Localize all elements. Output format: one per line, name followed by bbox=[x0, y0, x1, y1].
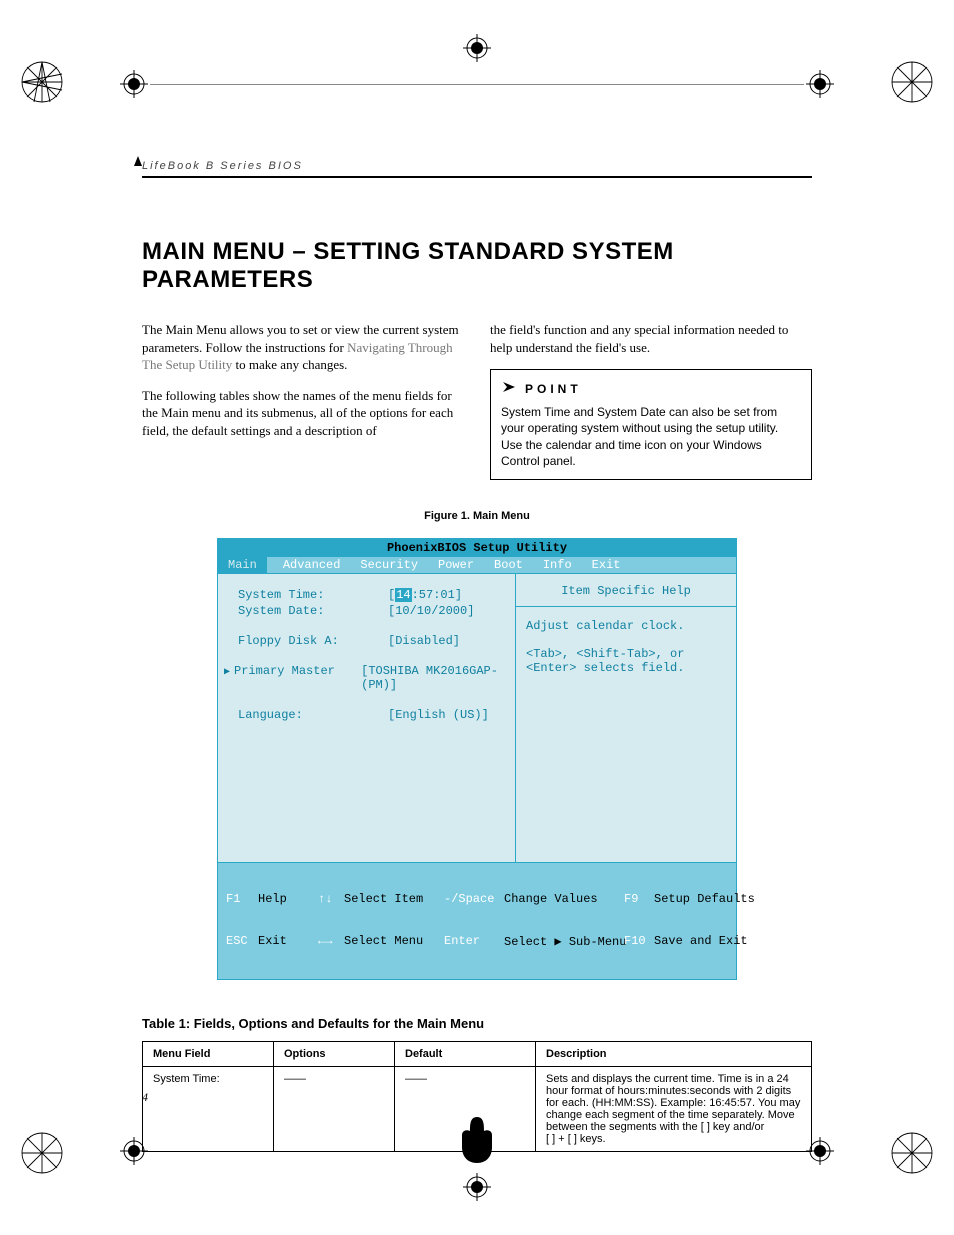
bios-field-value[interactable]: [14:57:01] bbox=[388, 588, 462, 602]
bios-title: PhoenixBIOS Setup Utility bbox=[218, 539, 736, 557]
bios-fields-pane: System Time: [14:57:01] System Date: [10… bbox=[218, 574, 515, 862]
bios-field-label: Language: bbox=[238, 708, 388, 722]
bios-tab-advanced[interactable]: Advanced bbox=[273, 557, 351, 573]
spec-table: Menu Field Options Default Description S… bbox=[142, 1041, 812, 1152]
running-head: LifeBook B Series BIOS bbox=[142, 160, 812, 172]
table-cell: —— bbox=[274, 1067, 395, 1152]
table-header: Default bbox=[395, 1042, 536, 1067]
point-label: POINT bbox=[525, 381, 582, 397]
paragraph: The following tables show the names of t… bbox=[142, 387, 464, 440]
bios-field-value[interactable]: [Disabled] bbox=[388, 634, 460, 648]
registration-mark bbox=[20, 1131, 64, 1175]
crosshair-mark bbox=[463, 34, 491, 62]
bios-tabs: Main Advanced Security Power Boot Info E… bbox=[218, 557, 736, 573]
point-text: System Time and System Date can also be … bbox=[501, 404, 801, 469]
bios-field-value[interactable]: [English (US)] bbox=[388, 708, 489, 722]
table-cell: System Time: bbox=[143, 1067, 274, 1152]
crosshair-mark bbox=[463, 1173, 491, 1201]
bios-help-pane: Item Specific Help Adjust calendar clock… bbox=[515, 574, 736, 862]
bios-tab-exit[interactable]: Exit bbox=[582, 557, 631, 573]
bios-footer: F1 Help ↑↓ Select Item -/Space Change Va… bbox=[218, 863, 736, 979]
bios-field-label: System Time: bbox=[238, 588, 388, 602]
bios-tab-security[interactable]: Security bbox=[350, 557, 428, 573]
bios-field-label[interactable]: Primary Master bbox=[238, 664, 361, 692]
registration-mark bbox=[20, 60, 64, 104]
bios-help-title: Item Specific Help bbox=[526, 584, 726, 598]
header-rule bbox=[142, 176, 812, 178]
bios-help-text: Adjust calendar clock. bbox=[526, 619, 726, 633]
bios-help-text: <Tab>, <Shift-Tab>, or <Enter> selects f… bbox=[526, 647, 726, 675]
trim-guide bbox=[150, 84, 804, 85]
point-arrow-icon bbox=[501, 378, 519, 400]
table-cell: —— bbox=[395, 1067, 536, 1152]
bios-tab-boot[interactable]: Boot bbox=[484, 557, 533, 573]
crosshair-mark bbox=[120, 70, 148, 98]
registration-mark bbox=[890, 1131, 934, 1175]
point-callout: POINT System Time and System Date can al… bbox=[490, 369, 812, 480]
bios-field-value: [TOSHIBA MK2016GAP-(PM)] bbox=[361, 664, 503, 692]
table-header: Menu Field bbox=[143, 1042, 274, 1067]
bios-field-value[interactable]: [10/10/2000] bbox=[388, 604, 474, 618]
bios-field-label: System Date: bbox=[238, 604, 388, 618]
table-header: Description bbox=[536, 1042, 812, 1067]
registration-mark bbox=[890, 60, 934, 104]
bios-tab-info[interactable]: Info bbox=[533, 557, 582, 573]
bios-setup-screen: PhoenixBIOS Setup Utility Main Advanced … bbox=[217, 538, 737, 980]
paragraph: The Main Menu allows you to set or view … bbox=[142, 321, 464, 374]
table-header: Options bbox=[274, 1042, 395, 1067]
body-columns: The Main Menu allows you to set or view … bbox=[142, 308, 812, 480]
bios-tab-power[interactable]: Power bbox=[428, 557, 484, 573]
bios-field-label: Floppy Disk A: bbox=[238, 634, 388, 648]
paragraph: the field's function and any special inf… bbox=[490, 321, 812, 356]
table-header-row: Menu Field Options Default Description bbox=[143, 1042, 812, 1067]
crosshair-mark bbox=[806, 70, 834, 98]
table-row: System Time: —— —— Sets and displays the… bbox=[143, 1067, 812, 1152]
bios-tab-main[interactable]: Main bbox=[218, 557, 267, 573]
page-number: 4 bbox=[142, 1090, 148, 1105]
page-title: MAIN MENU – SETTING STANDARD SYSTEM PARA… bbox=[142, 238, 812, 294]
table-caption: Table 1: Fields, Options and Defaults fo… bbox=[142, 1016, 812, 1031]
figure-caption: Figure 1. Main Menu bbox=[142, 510, 812, 522]
table-cell: Sets and displays the current time. Time… bbox=[536, 1067, 812, 1152]
